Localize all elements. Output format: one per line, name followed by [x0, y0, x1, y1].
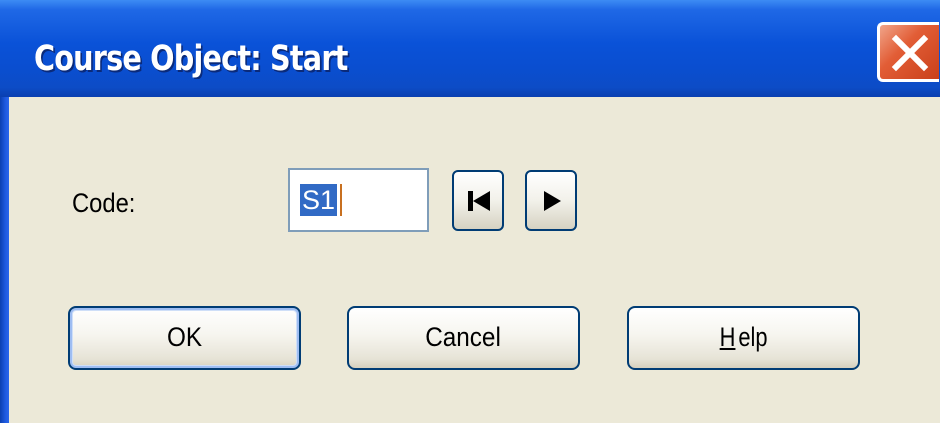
cancel-button-label: Cancel: [425, 322, 502, 352]
close-icon: [891, 34, 929, 72]
close-button[interactable]: [877, 22, 939, 82]
cancel-button[interactable]: Cancel: [347, 306, 580, 370]
text-caret: [340, 184, 342, 216]
dialog-window: Course Object: Start Code: S1 OK Cancel …: [0, 0, 940, 423]
window-title: Course Object: Start: [34, 39, 348, 79]
play-next-icon: [544, 191, 561, 211]
code-label: Code:: [72, 188, 136, 218]
skip-to-first-icon: [468, 191, 490, 211]
ok-button-label: OK: [166, 322, 203, 352]
code-input-value: S1: [300, 184, 338, 216]
title-bar[interactable]: Course Object: Start: [0, 0, 940, 97]
next-record-button[interactable]: [525, 170, 577, 231]
ok-button[interactable]: OK: [68, 306, 301, 370]
window-frame-left: [0, 97, 9, 423]
code-input[interactable]: S1: [288, 168, 429, 232]
help-mnemonic: H: [719, 322, 736, 352]
first-record-button[interactable]: [452, 170, 504, 231]
help-button[interactable]: Help: [627, 306, 860, 370]
help-button-label: Help: [719, 308, 769, 366]
help-label-rest: elp: [737, 322, 767, 352]
